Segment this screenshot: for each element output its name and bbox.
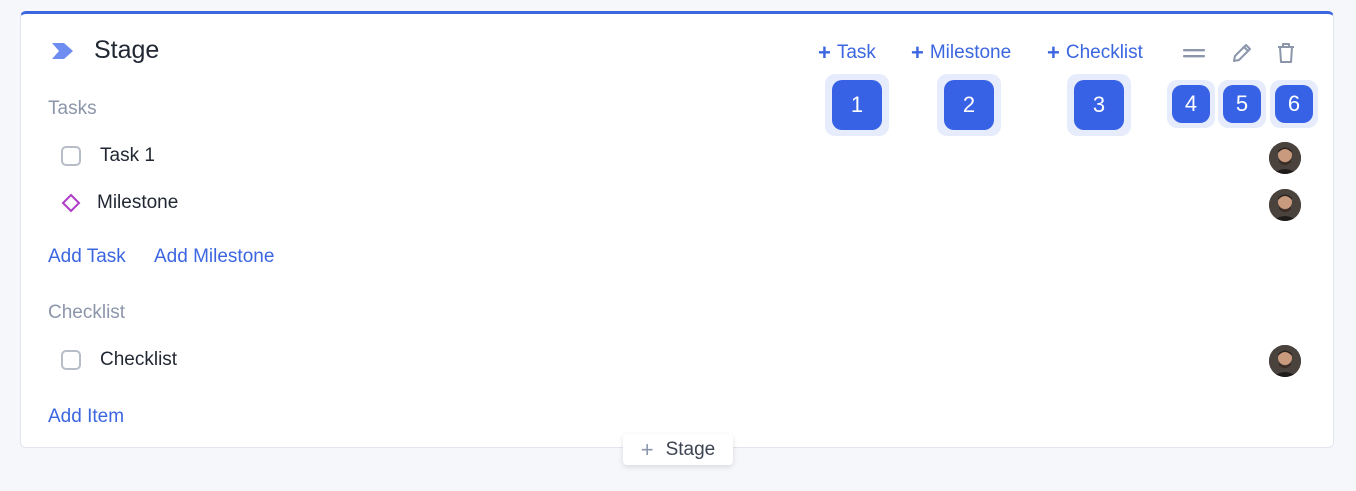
add-task-link[interactable]: Add Task <box>48 246 126 268</box>
avatar[interactable] <box>1269 345 1301 377</box>
checklist-checkbox[interactable] <box>61 350 81 370</box>
badge-3: 3 <box>1074 80 1124 130</box>
task-checkbox[interactable] <box>61 146 81 166</box>
add-task-button[interactable]: + Task <box>818 42 876 64</box>
milestone-label[interactable]: Milestone <box>97 192 178 214</box>
trash-icon[interactable] <box>1272 40 1300 66</box>
tasks-section-label: Tasks <box>48 98 97 119</box>
add-milestone-label: Milestone <box>929 42 1012 63</box>
checklist-row: Checklist <box>61 346 177 374</box>
badge-5: 5 <box>1223 85 1261 123</box>
plus-icon: + <box>1047 40 1060 65</box>
add-checklist-label: Checklist <box>1065 42 1143 63</box>
checklist-item-label[interactable]: Checklist <box>100 349 177 371</box>
plus-icon: + <box>911 40 924 65</box>
badge-6: 6 <box>1275 85 1313 123</box>
add-milestone-button[interactable]: + Milestone <box>911 42 1011 64</box>
task-row: Task 1 <box>61 142 155 170</box>
checklist-section-label: Checklist <box>48 302 126 323</box>
badge-4: 4 <box>1172 85 1210 123</box>
drag-handle-icon[interactable] <box>1180 40 1208 66</box>
plus-icon: + <box>818 40 831 65</box>
add-task-label: Task <box>836 42 876 63</box>
avatar[interactable] <box>1269 189 1301 221</box>
milestone-row: Milestone <box>61 189 178 217</box>
pencil-icon[interactable] <box>1228 40 1256 66</box>
stage-title[interactable]: Stage <box>94 36 159 65</box>
add-stage-label: Stage <box>665 438 716 460</box>
stage-card: Stage + Task + Milestone + Checklist 1 2… <box>20 11 1334 448</box>
badge-1: 1 <box>832 80 882 130</box>
milestone-diamond-icon <box>60 192 82 214</box>
add-checklist-button[interactable]: + Checklist <box>1047 42 1143 64</box>
add-milestone-link[interactable]: Add Milestone <box>154 246 274 268</box>
add-stage-button[interactable]: + Stage <box>623 434 733 465</box>
add-item-link[interactable]: Add Item <box>48 406 124 428</box>
plus-icon: + <box>640 436 654 462</box>
badge-2: 2 <box>944 80 994 130</box>
avatar[interactable] <box>1269 142 1301 174</box>
stage-chevron-icon <box>52 43 73 59</box>
task-label[interactable]: Task 1 <box>100 145 155 167</box>
